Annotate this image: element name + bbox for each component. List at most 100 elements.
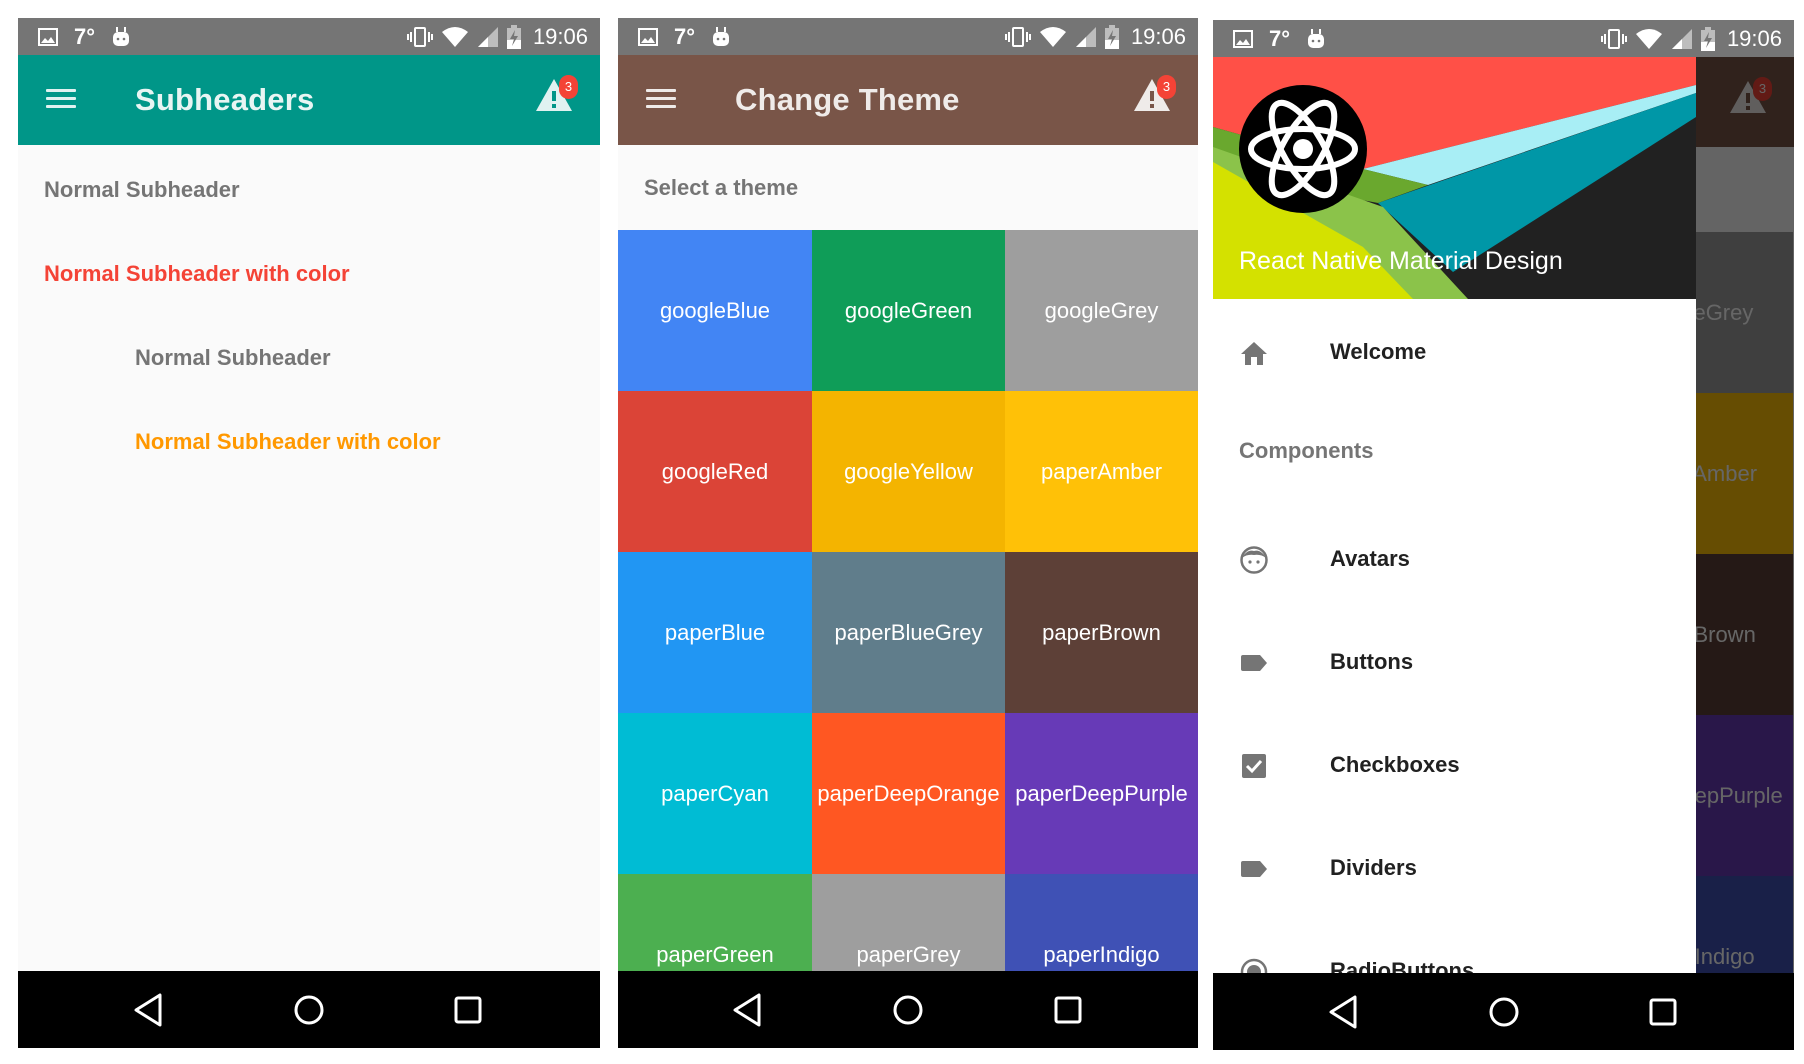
android-icon <box>113 26 130 46</box>
temperature-text: 7° <box>674 23 696 49</box>
android-icon <box>1308 28 1325 48</box>
drawer-item-label: Buttons <box>1330 649 1414 674</box>
wifi-icon <box>441 26 468 47</box>
menu-button[interactable] <box>46 85 76 115</box>
home-icon <box>1241 342 1267 365</box>
drawer-item-welcome[interactable]: Welcome <box>1213 322 1696 382</box>
phone-subheaders-screen: 7° 19:06 Subheaders 3 Normal Subheader N… <box>18 18 600 1048</box>
drawer-item-label: Welcome <box>1330 339 1427 364</box>
back-button[interactable] <box>130 991 170 1029</box>
status-bar: 7° 19:06 <box>618 18 1198 55</box>
wifi-icon <box>1635 28 1662 49</box>
navigation-bar <box>618 971 1198 1048</box>
signal-icon <box>1671 28 1692 49</box>
drawer-item-label: Dividers <box>1330 855 1417 880</box>
theme-tile-paper-deep-orange[interactable]: paperDeepOrange <box>812 713 1005 874</box>
back-button[interactable] <box>729 991 769 1029</box>
home-button[interactable] <box>888 991 928 1029</box>
clock-time: 19:06 <box>1130 23 1186 49</box>
subheader-list: Normal Subheader Normal Subheader with c… <box>18 145 600 971</box>
vibrate-icon <box>1600 28 1627 49</box>
theme-picker: Select a theme googleBlue googleGreen goog… <box>618 145 1198 1035</box>
menu-button[interactable] <box>646 85 676 115</box>
home-button[interactable] <box>289 991 329 1029</box>
drawer-item-avatars[interactable]: Avatars <box>1213 529 1696 589</box>
app-toolbar: Change Theme 3 <box>618 55 1198 145</box>
theme-tile-google-blue[interactable]: googleBlue <box>618 230 812 391</box>
label-icon <box>1241 861 1267 877</box>
back-button[interactable] <box>1325 993 1365 1031</box>
signal-icon <box>477 26 498 47</box>
theme-tile-paper-amber[interactable]: paperAmber <box>1005 391 1198 552</box>
theme-tile-paper-deep-purple[interactable]: paperDeepPurple <box>1005 713 1198 874</box>
battery-charging-icon <box>1104 24 1119 49</box>
navigation-bar <box>18 971 600 1048</box>
recents-button[interactable] <box>1643 993 1683 1031</box>
clock-time: 19:06 <box>1726 25 1782 51</box>
drawer-item-dividers[interactable]: Dividers <box>1213 838 1696 898</box>
drawer-item-label: RadioButtons <box>1330 958 1475 973</box>
battery-charging-icon <box>1700 26 1715 51</box>
subheader-colored: Normal Subheader with color <box>44 261 350 286</box>
drawer-header-title: React Native Material Design <box>1239 247 1563 275</box>
image-icon <box>38 27 58 46</box>
drawer-subheader-components: Components <box>1239 438 1374 463</box>
notification-badge: 3 <box>559 75 578 99</box>
label-icon <box>1241 655 1267 671</box>
status-bar: 7° 19:06 <box>1213 20 1794 57</box>
battery-charging-icon <box>506 24 521 49</box>
select-theme-subheader: Select a theme <box>644 175 799 200</box>
notifications-button[interactable]: 3 <box>1132 75 1176 117</box>
phone-change-theme-screen: 7° 19:06 Change Theme 3 Select a theme g… <box>618 18 1198 1048</box>
recents-button[interactable] <box>1048 991 1088 1029</box>
hamburger-icon-bar <box>46 105 76 108</box>
drawer-item-checkboxes[interactable]: Checkboxes <box>1213 735 1696 795</box>
atom-icon <box>1248 99 1358 199</box>
check-box-icon <box>1242 754 1266 778</box>
notification-badge: 3 <box>1157 75 1176 99</box>
hamburger-icon-bar <box>646 97 676 100</box>
page-title: Subheaders <box>135 82 315 117</box>
radio-button-icon <box>1240 958 1268 973</box>
drawer-header: React Native Material Design <box>1213 57 1696 299</box>
vibrate-icon <box>406 26 433 47</box>
theme-tile-google-yellow[interactable]: googleYellow <box>812 391 1005 552</box>
clock-time: 19:06 <box>532 23 588 49</box>
theme-tile-paper-blue[interactable]: paperBlue <box>618 552 812 713</box>
drawer-item-label: Checkboxes <box>1330 752 1460 777</box>
subheader-normal: Normal Subheader <box>44 177 240 202</box>
android-icon <box>713 26 730 46</box>
react-logo <box>1239 85 1367 213</box>
hamburger-icon <box>46 89 76 92</box>
notifications-button[interactable]: 3 <box>534 75 578 117</box>
hamburger-icon-bar <box>46 97 76 100</box>
theme-tile-google-green[interactable]: googleGreen <box>812 230 1005 391</box>
phone-navigation-drawer-screen: 7° 19:06 3 googleBluegoogleGreengoogleGr… <box>1213 20 1794 1050</box>
theme-tile-paper-blue-grey[interactable]: paperBlueGrey <box>812 552 1005 713</box>
navigation-drawer: React Native Material Design Welcome Com… <box>1213 57 1696 973</box>
hamburger-icon <box>646 89 676 92</box>
signal-icon <box>1075 26 1096 47</box>
wifi-icon <box>1039 26 1066 47</box>
subheader-colored-inset: Normal Subheader with color <box>135 429 441 454</box>
theme-tile-paper-brown[interactable]: paperBrown <box>1005 552 1198 713</box>
vibrate-icon <box>1004 26 1031 47</box>
theme-tile-google-red[interactable]: googleRed <box>618 391 812 552</box>
status-bar: 7° 19:06 <box>18 18 600 55</box>
temperature-text: 7° <box>74 23 96 49</box>
hamburger-icon-bar <box>646 105 676 108</box>
theme-tile-google-grey[interactable]: googleGrey <box>1005 230 1198 391</box>
drawer-item-buttons[interactable]: Buttons <box>1213 632 1696 692</box>
page-title: Change Theme <box>735 82 960 117</box>
face-icon <box>1240 546 1268 574</box>
temperature-text: 7° <box>1269 25 1291 51</box>
recents-button[interactable] <box>448 991 488 1029</box>
app-toolbar: Subheaders 3 <box>18 55 600 145</box>
navigation-bar <box>1213 973 1794 1050</box>
drawer-item-label: Avatars <box>1330 546 1410 571</box>
theme-tile-paper-cyan[interactable]: paperCyan <box>618 713 812 874</box>
home-button[interactable] <box>1484 993 1524 1031</box>
image-icon <box>638 27 658 46</box>
drawer-item-radiobuttons[interactable]: RadioButtons <box>1213 941 1696 973</box>
subheader-normal-inset: Normal Subheader <box>135 345 331 370</box>
